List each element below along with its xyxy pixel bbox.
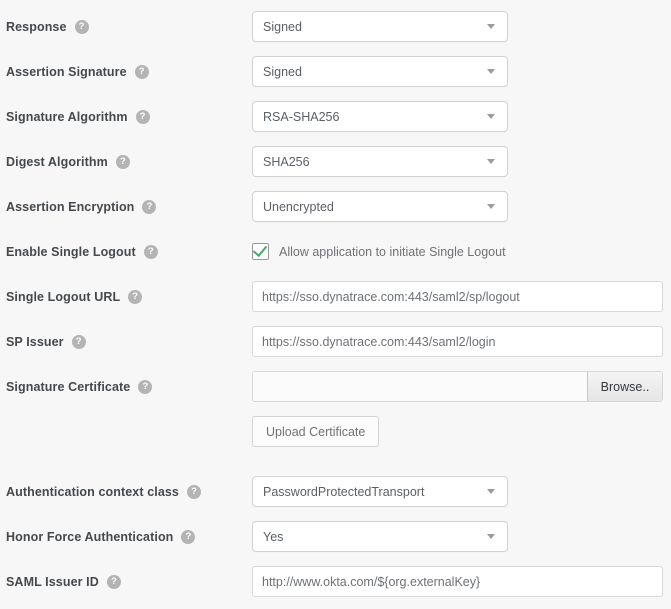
field-label-saml-issuer-id: SAML Issuer ID ?: [6, 566, 121, 597]
enable-single-logout-checkbox[interactable]: [252, 241, 269, 260]
enable-single-logout-checkbox-row: Allow application to initiate Single Log…: [252, 236, 506, 267]
authentication-context-class-select-value: PasswordProtectedTransport: [263, 484, 425, 499]
saml-settings-form: Response ? Signed Assertion Signature ? …: [0, 0, 671, 609]
chevron-down-icon: [487, 534, 495, 539]
chevron-down-icon: [487, 24, 495, 29]
label-text: Signature Certificate: [6, 379, 131, 394]
label-text: SP Issuer: [6, 334, 64, 349]
field-label-signature-algorithm: Signature Algorithm ?: [6, 101, 150, 132]
help-icon[interactable]: ?: [181, 529, 196, 544]
single-logout-url-input[interactable]: [252, 281, 663, 312]
digest-algorithm-select[interactable]: SHA256: [252, 146, 508, 177]
field-control: PasswordProtectedTransport: [252, 476, 508, 507]
field-control: Browse.. Upload Certificate: [252, 371, 663, 447]
signature-certificate-file-input[interactable]: Browse..: [252, 371, 663, 402]
chevron-down-icon: [487, 69, 495, 74]
label-text: Single Logout URL: [6, 289, 121, 304]
label-text: Assertion Encryption: [6, 199, 135, 214]
help-icon[interactable]: ?: [74, 19, 89, 34]
signature-algorithm-select[interactable]: RSA-SHA256: [252, 101, 508, 132]
signature-certificate-file-name: [253, 372, 587, 401]
field-label-assertion-signature: Assertion Signature ?: [6, 56, 149, 87]
field-control: [252, 326, 663, 357]
label-text: Authentication context class: [6, 484, 179, 499]
field-label-single-logout-url: Single Logout URL ?: [6, 281, 143, 312]
field-label-digest-algorithm: Digest Algorithm ?: [6, 146, 130, 177]
field-control: Yes: [252, 521, 508, 552]
help-icon[interactable]: ?: [106, 574, 121, 589]
help-icon[interactable]: ?: [143, 244, 158, 259]
field-control: Unencrypted: [252, 191, 508, 222]
field-label-assertion-encryption: Assertion Encryption ?: [6, 191, 157, 222]
field-label-enable-single-logout: Enable Single Logout ?: [6, 236, 158, 267]
field-control: Signed: [252, 11, 508, 42]
field-control: Signed: [252, 56, 508, 87]
help-icon[interactable]: ?: [142, 199, 157, 214]
help-icon[interactable]: ?: [134, 64, 149, 79]
honor-force-authentication-select[interactable]: Yes: [252, 521, 508, 552]
upload-certificate-button[interactable]: Upload Certificate: [252, 416, 380, 447]
signature-algorithm-select-value: RSA-SHA256: [263, 109, 340, 124]
chevron-down-icon: [487, 489, 495, 494]
field-label-honor-force-authentication: Honor Force Authentication ?: [6, 521, 196, 552]
chevron-down-icon: [487, 159, 495, 164]
help-icon[interactable]: ?: [71, 334, 86, 349]
sp-issuer-input[interactable]: [252, 326, 663, 357]
field-control: [252, 281, 663, 312]
check-icon: [252, 241, 267, 258]
label-text: Assertion Signature: [6, 64, 127, 79]
field-control: Allow application to initiate Single Log…: [252, 236, 506, 267]
label-text: Honor Force Authentication: [6, 529, 174, 544]
label-text: Enable Single Logout: [6, 244, 136, 259]
label-text: Digest Algorithm: [6, 154, 108, 169]
field-control: [252, 566, 663, 597]
label-text: Signature Algorithm: [6, 109, 128, 124]
enable-single-logout-checkbox-label: Allow application to initiate Single Log…: [279, 244, 506, 259]
help-icon[interactable]: ?: [138, 379, 153, 394]
help-icon[interactable]: ?: [186, 484, 201, 499]
response-select-value: Signed: [263, 19, 302, 34]
chevron-down-icon: [487, 114, 495, 119]
honor-force-authentication-select-value: Yes: [263, 529, 284, 544]
label-text: Response: [6, 19, 67, 34]
field-label-response: Response ?: [6, 11, 89, 42]
field-control: RSA-SHA256: [252, 101, 508, 132]
authentication-context-class-select[interactable]: PasswordProtectedTransport: [252, 476, 508, 507]
label-text: SAML Issuer ID: [6, 574, 99, 589]
assertion-encryption-select[interactable]: Unencrypted: [252, 191, 508, 222]
field-control: SHA256: [252, 146, 508, 177]
browse-button[interactable]: Browse..: [587, 372, 662, 401]
digest-algorithm-select-value: SHA256: [263, 154, 310, 169]
field-label-sp-issuer: SP Issuer ?: [6, 326, 86, 357]
field-label-authentication-context-class: Authentication context class ?: [6, 476, 201, 507]
help-icon[interactable]: ?: [128, 289, 143, 304]
field-label-signature-certificate: Signature Certificate ?: [6, 371, 153, 402]
assertion-signature-select[interactable]: Signed: [252, 56, 508, 87]
assertion-encryption-select-value: Unencrypted: [263, 199, 334, 214]
response-select[interactable]: Signed: [252, 11, 508, 42]
chevron-down-icon: [487, 204, 495, 209]
help-icon[interactable]: ?: [135, 109, 150, 124]
saml-issuer-id-input[interactable]: [252, 566, 663, 597]
assertion-signature-select-value: Signed: [263, 64, 302, 79]
help-icon[interactable]: ?: [115, 154, 130, 169]
